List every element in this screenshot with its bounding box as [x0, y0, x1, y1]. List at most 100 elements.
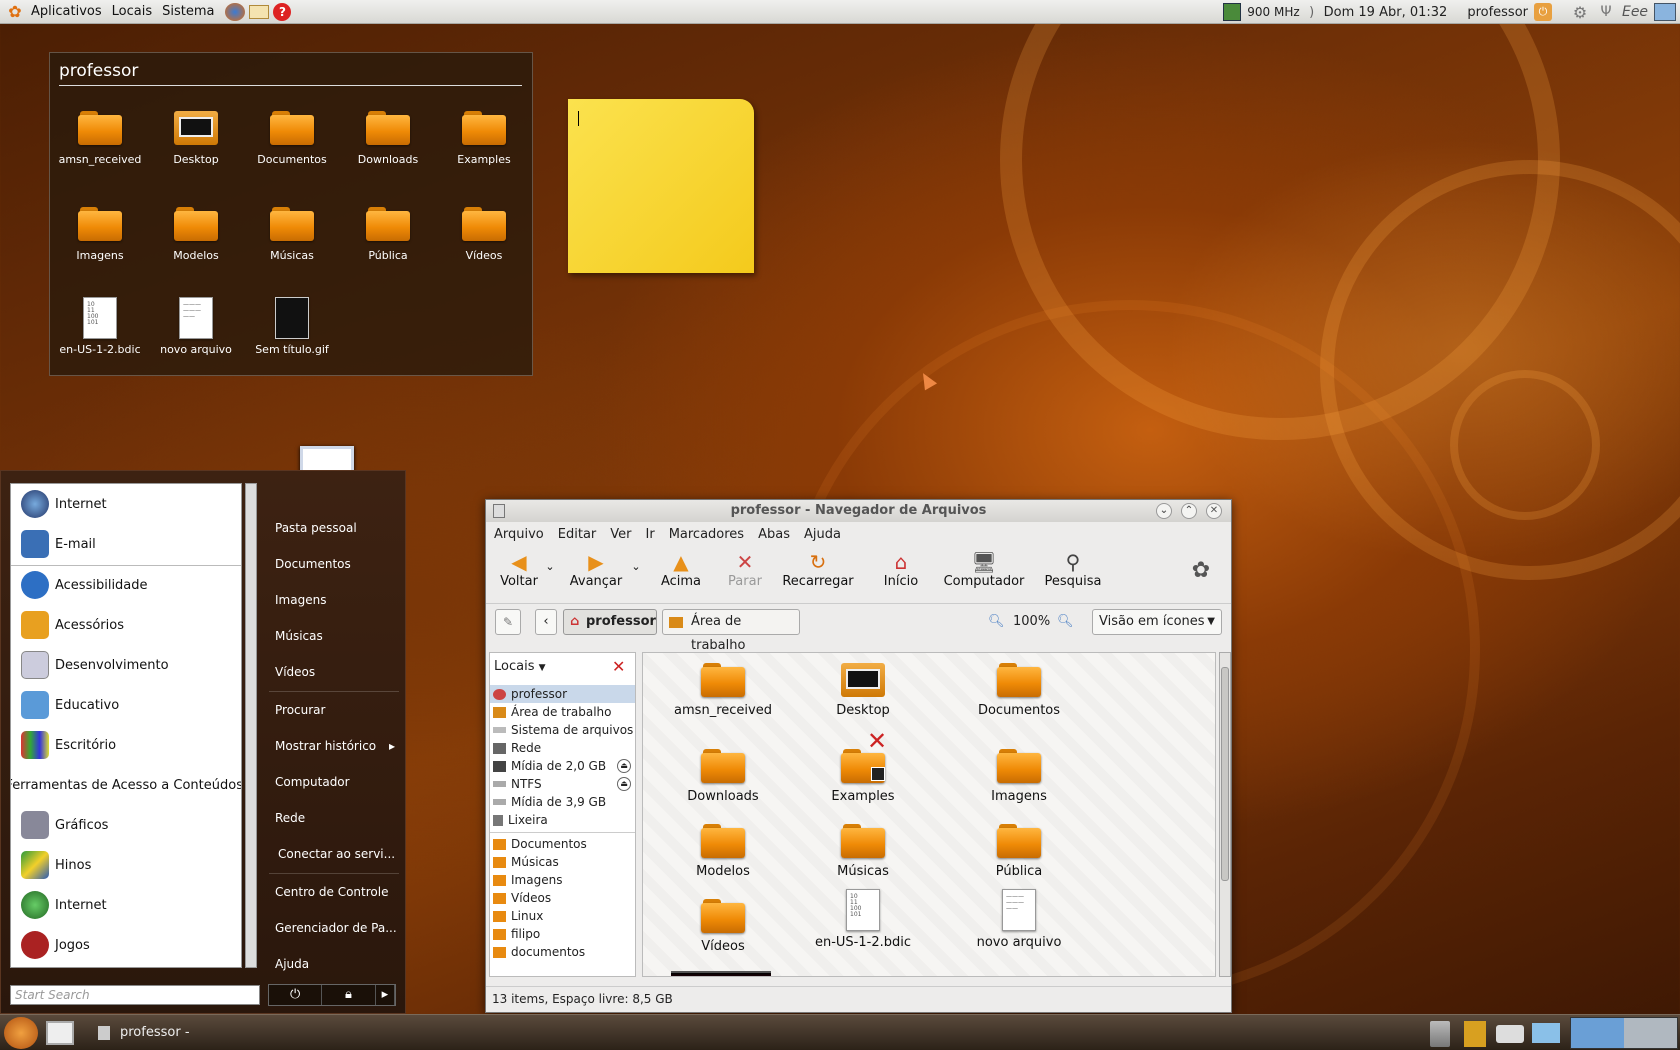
app-category-item[interactable]: Gráficos: [11, 805, 241, 845]
menu-system[interactable]: Sistema: [157, 4, 219, 19]
icon-view-scrollbar[interactable]: [1219, 652, 1231, 977]
file-item[interactable]: Imagens: [949, 749, 1089, 804]
sidebar-item-ntfs[interactable]: NTFS ⏏: [490, 775, 635, 793]
gnome-foot-icon[interactable]: ✿: [4, 2, 26, 21]
file-item[interactable]: Downloads: [653, 749, 793, 804]
widget-item[interactable]: Pública: [340, 207, 436, 262]
app-category-item[interactable]: Educativo: [11, 685, 241, 725]
path-back-button[interactable]: ‹: [535, 609, 557, 635]
notification-icon[interactable]: [1654, 3, 1676, 21]
widget-item[interactable]: Examples: [436, 111, 532, 166]
view-mode-select[interactable]: Visão em ícones ▼: [1092, 609, 1222, 635]
widget-item[interactable]: 10 11 100 101 en-US-1-2.bdic: [52, 297, 148, 356]
file-item[interactable]: 10 11 100 101 en-US-1-2.bdic: [793, 889, 933, 950]
widget-item[interactable]: amsn_received: [52, 111, 148, 166]
forward-history-dropdown[interactable]: ⌄: [628, 560, 644, 573]
file-item[interactable]: amsn_received: [653, 663, 793, 718]
app-category-item[interactable]: Acessórios: [11, 605, 241, 645]
clock[interactable]: Dom 19 Abr, 01:32: [1324, 5, 1448, 20]
wireless-icon[interactable]: Ψ: [1596, 4, 1616, 20]
place-item[interactable]: Rede: [275, 811, 305, 825]
sidebar-item-professor[interactable]: professor: [490, 685, 635, 703]
drive-icon[interactable]: [1496, 1025, 1524, 1043]
sidebar-item-filesystem[interactable]: Sistema de arquivos: [490, 721, 635, 739]
menu-applications[interactable]: Aplicativos: [26, 4, 107, 19]
menu-bookmarks[interactable]: Marcadores: [669, 527, 744, 542]
menu-go[interactable]: Ir: [646, 527, 655, 542]
app-category-item[interactable]: Internet: [11, 484, 241, 524]
menu-view[interactable]: Ver: [610, 527, 631, 542]
close-icon[interactable]: ✕: [1206, 503, 1222, 519]
workspace-switcher[interactable]: [1570, 1017, 1678, 1049]
place-item[interactable]: Gerenciador de Pa...: [275, 921, 397, 935]
file-item[interactable]: Músicas: [793, 824, 933, 879]
sidebar-item-media-2gb[interactable]: Mídia de 2,0 GB ⏏: [490, 757, 635, 775]
place-item[interactable]: Imagens: [275, 593, 326, 607]
power-options-arrow-icon[interactable]: ▸: [376, 985, 395, 1005]
widget-item[interactable]: Documentos: [244, 111, 340, 166]
widget-item[interactable]: Downloads: [340, 111, 436, 166]
settings-gear-icon[interactable]: ⚙: [1570, 3, 1590, 22]
menu-file[interactable]: Arquivo: [494, 527, 544, 542]
up-button[interactable]: ▲ Acima: [656, 550, 706, 589]
file-item[interactable]: Modelos: [653, 824, 793, 879]
sidebar-item-trash[interactable]: Lixeira: [490, 811, 635, 829]
path-button-home[interactable]: ⌂ professor: [563, 609, 657, 635]
maximize-icon[interactable]: ⌃: [1181, 503, 1197, 519]
sd-card-icon[interactable]: [1464, 1021, 1486, 1047]
place-item[interactable]: Documentos: [275, 557, 351, 571]
eee-icon[interactable]: Eee: [1622, 4, 1648, 20]
menu-tabs[interactable]: Abas: [758, 527, 790, 542]
ubuntu-logo-icon[interactable]: [4, 1017, 38, 1049]
sidebar-item-media-3gb[interactable]: Mídia de 3,9 GB: [490, 793, 635, 811]
network-drive-icon[interactable]: [1532, 1023, 1560, 1043]
sidebar-bookmark[interactable]: documentos: [490, 943, 635, 961]
app-category-item[interactable]: Jogos: [11, 925, 241, 965]
path-button-desktop[interactable]: Área de trabalho: [662, 609, 800, 653]
zoom-out-icon[interactable]: 🔍︎: [988, 614, 1005, 629]
reload-button[interactable]: ↻ Recarregar: [778, 550, 858, 589]
place-item[interactable]: Conectar ao servi...: [278, 847, 395, 861]
app-category-item[interactable]: Desenvolvimento: [11, 645, 241, 685]
menu-places[interactable]: Locais: [107, 4, 157, 19]
zoom-level[interactable]: 100%: [1013, 614, 1050, 629]
file-item[interactable]: Documentos: [949, 663, 1089, 718]
app-category-item[interactable]: Escritório: [11, 725, 241, 765]
sidebar-item-network[interactable]: Rede: [490, 739, 635, 757]
title-bar[interactable]: professor - Navegador de Arquivos ⌄ ⌃ ✕: [486, 500, 1231, 522]
place-item[interactable]: Centro de Controle: [275, 885, 388, 899]
widget-item[interactable]: ——— ——— —— novo arquivo: [148, 297, 244, 356]
file-item[interactable]: Desktop: [793, 663, 933, 718]
widget-item[interactable]: Sem título.gif: [244, 297, 340, 356]
widget-item[interactable]: Músicas: [244, 207, 340, 262]
widget-item[interactable]: Modelos: [148, 207, 244, 262]
sidebar-bookmark[interactable]: filipo: [490, 925, 635, 943]
app-category-item[interactable]: Internet: [11, 885, 241, 925]
search-button[interactable]: ⚲ Pesquisa: [1038, 550, 1108, 589]
widget-item[interactable]: Vídeos: [436, 207, 532, 262]
minimize-icon[interactable]: ⌄: [1156, 503, 1172, 519]
trash-icon[interactable]: [1430, 1021, 1450, 1047]
scrollbar-thumb[interactable]: [1221, 667, 1229, 881]
widget-item[interactable]: Imagens: [52, 207, 148, 262]
shutdown-icon[interactable]: ⏻: [1534, 3, 1552, 21]
widget-item[interactable]: Desktop: [148, 111, 244, 166]
computer-button[interactable]: 🖥︎ Computador: [942, 550, 1026, 589]
sticky-note[interactable]: [568, 99, 754, 273]
place-item[interactable]: Mostrar histórico: [275, 739, 376, 753]
app-category-item[interactable]: Ferramentas de Acesso a Conteúdos: [11, 765, 241, 805]
place-item[interactable]: Ajuda: [275, 957, 309, 971]
eject-icon[interactable]: ⏏: [617, 759, 631, 773]
show-desktop-icon[interactable]: [46, 1021, 74, 1045]
close-sidebar-icon[interactable]: ✕: [612, 657, 625, 676]
app-category-item[interactable]: E-mail: [11, 524, 241, 564]
place-item[interactable]: Músicas: [275, 629, 323, 643]
sidebar-selector[interactable]: Locais ▼: [494, 659, 546, 674]
place-item[interactable]: Vídeos: [275, 665, 315, 679]
stop-button[interactable]: ✕ Parar: [720, 550, 770, 589]
sidebar-bookmark[interactable]: Vídeos: [490, 889, 635, 907]
menu-edit[interactable]: Editar: [558, 527, 597, 542]
gif-thumbnail[interactable]: [671, 971, 771, 976]
power-icon[interactable]: ⏻: [269, 985, 323, 1005]
place-item[interactable]: Computador: [275, 775, 350, 789]
